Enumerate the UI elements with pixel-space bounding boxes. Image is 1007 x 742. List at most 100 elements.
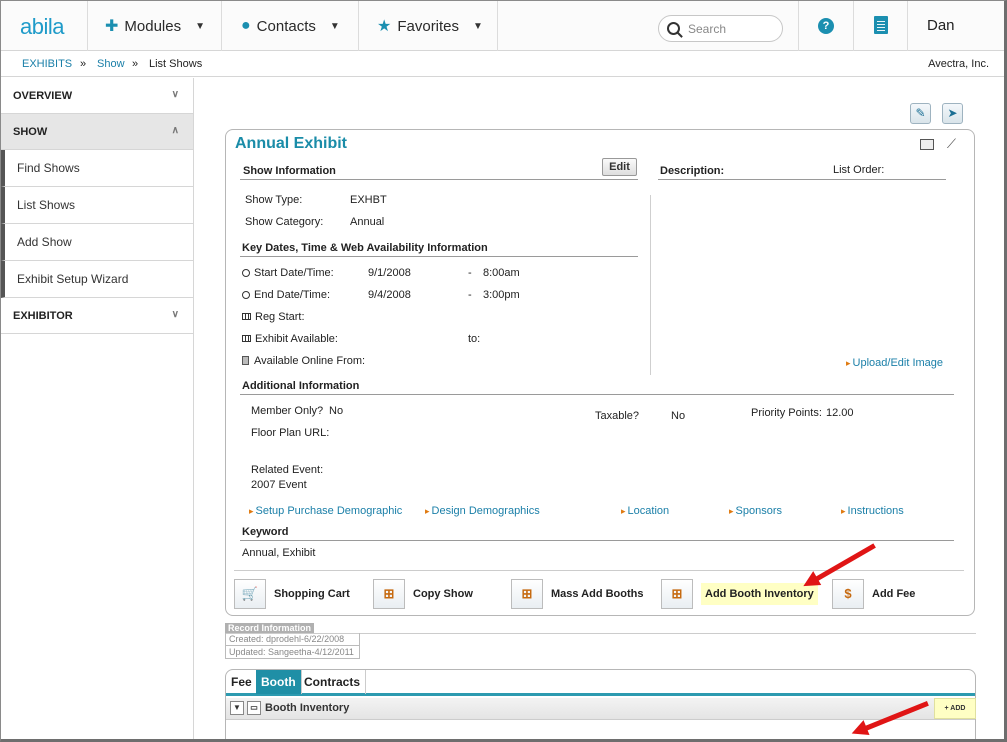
add-fee-button[interactable]: $ Add Fee xyxy=(832,578,915,610)
upload-edit-image-link[interactable]: Upload/Edit Image xyxy=(846,357,944,369)
shopping-cart-button[interactable]: 🛒 Shopping Cart xyxy=(234,578,350,610)
add-fee-label: Add Fee xyxy=(872,588,916,600)
app-window: abila ✚ Modules ▼ ● Contacts ▼ ★ Favorit… xyxy=(0,0,1007,742)
start-date-label-text: Start Date/Time: xyxy=(254,267,334,279)
list-order-label: List Order: xyxy=(833,164,885,176)
caret-down-icon: ▼ xyxy=(473,20,483,32)
add-button[interactable]: + ADD xyxy=(934,698,976,719)
available-online-label-text: Available Online From: xyxy=(254,355,366,367)
show-information-heading: Show Information xyxy=(243,165,336,177)
sidebar: OVERVIEW ∨ SHOW ∧ Find Shows List Shows … xyxy=(1,78,194,739)
setup-purchase-demographic-link[interactable]: Setup Purchase Demographic xyxy=(249,505,403,517)
cursor-icon[interactable]: ➤ xyxy=(942,103,963,124)
chevron-down-icon: ∨ xyxy=(171,309,179,320)
location-link[interactable]: Location xyxy=(621,505,670,517)
search-input[interactable]: Search xyxy=(658,15,783,42)
user-menu[interactable]: Dan xyxy=(927,17,955,34)
record-information: Record Information Created: dprodehl-6/2… xyxy=(225,623,360,659)
person-icon: ● xyxy=(241,17,251,34)
record-created: Created: dprodehl-6/22/2008 xyxy=(225,633,360,646)
add-booth-inventory-label: Add Booth Inventory xyxy=(701,583,818,605)
show-category-label: Show Category: xyxy=(245,216,324,228)
tab-contracts[interactable]: Contracts xyxy=(299,670,367,694)
keyword-heading: Keyword xyxy=(242,526,289,538)
top-navigation: abila ✚ Modules ▼ ● Contacts ▼ ★ Favorit… xyxy=(1,1,1004,51)
pencil-icon[interactable]: ✎ xyxy=(910,103,931,124)
record-information-title: Record Information xyxy=(225,623,315,633)
copy-show-button[interactable]: ⊞ Copy Show xyxy=(373,578,473,610)
nav-divider xyxy=(87,1,88,51)
sidebar-item-exhibit-setup-wizard[interactable]: Exhibit Setup Wizard xyxy=(1,261,193,298)
breadcrumb-show[interactable]: Show xyxy=(97,58,125,70)
abila-logo[interactable]: abila xyxy=(20,14,64,40)
member-only-label: Member Only? xyxy=(251,405,324,417)
add-booth-inventory-button[interactable]: ⊞ Add Booth Inventory xyxy=(661,578,818,610)
collapse-icon[interactable]: ▼ xyxy=(230,701,244,715)
nav-divider xyxy=(798,1,799,51)
floor-plan-url-label: Floor Plan URL: xyxy=(251,427,330,439)
nav-divider xyxy=(221,1,222,51)
edit-button[interactable]: Edit xyxy=(602,158,637,176)
organization-building-icon[interactable] xyxy=(874,16,888,34)
nav-divider xyxy=(907,1,908,51)
sidebar-item-list-shows[interactable]: List Shows xyxy=(1,187,193,224)
end-date-label: End Date/Time: xyxy=(242,289,330,301)
booth-inventory-label: Booth Inventory xyxy=(265,702,350,714)
dollar-icon: $ xyxy=(832,579,864,609)
contacts-menu[interactable]: ● Contacts ▼ xyxy=(241,1,340,51)
vertical-divider xyxy=(650,195,651,375)
nav-divider xyxy=(853,1,854,51)
wand-icon[interactable]: ⟋ xyxy=(947,136,956,152)
show-profile-card: Annual Exhibit ⟋ Show Information Edit D… xyxy=(225,129,975,616)
nav-divider xyxy=(358,1,359,51)
record-updated: Updated: Sangeetha-4/12/2011 xyxy=(225,646,360,659)
sidebar-section-show[interactable]: SHOW ∧ xyxy=(1,114,193,150)
tab-booth[interactable]: Booth xyxy=(256,670,302,694)
end-time-value: 3:00pm xyxy=(483,289,520,301)
end-date-value: 9/4/2008 xyxy=(368,289,411,301)
priority-points-label: Priority Points: xyxy=(751,407,822,419)
taxable-value: No xyxy=(671,410,686,422)
show-category-value: Annual xyxy=(350,216,385,228)
sidebar-section-exhibitor[interactable]: EXHIBITOR ∨ xyxy=(1,298,193,334)
design-demographics-link[interactable]: Design Demographics xyxy=(425,505,540,517)
mass-add-booths-label: Mass Add Booths xyxy=(551,588,644,600)
reg-start-label-text: Reg Start: xyxy=(255,311,305,323)
page-title: Annual Exhibit xyxy=(235,135,347,152)
start-date-value: 9/1/2008 xyxy=(368,267,411,279)
related-event-label: Related Event: xyxy=(251,464,324,476)
sidebar-item-add-show[interactable]: Add Show xyxy=(1,224,193,261)
sponsors-link[interactable]: Sponsors xyxy=(729,505,782,517)
favorites-label: Favorites xyxy=(397,17,460,35)
shopping-cart-label: Shopping Cart xyxy=(274,588,350,600)
help-icon[interactable]: ? xyxy=(818,18,834,34)
document-icon xyxy=(242,356,249,365)
breadcrumb-separator: » xyxy=(80,58,87,70)
sidebar-section-overview[interactable]: OVERVIEW ∨ xyxy=(1,78,193,114)
divider xyxy=(658,179,946,180)
sidebar-item-find-shows[interactable]: Find Shows xyxy=(1,150,193,187)
divider xyxy=(234,570,964,571)
booth-icon: ⊞ xyxy=(511,579,543,609)
sidebar-section-label: EXHIBITOR xyxy=(13,309,73,322)
start-dash: - xyxy=(468,267,472,279)
puzzle-icon: ✚ xyxy=(105,18,119,35)
modules-label: Modules xyxy=(124,17,182,35)
available-online-label: Available Online From: xyxy=(242,355,365,367)
breadcrumb-exhibits[interactable]: EXHIBITS xyxy=(22,58,72,70)
star-icon: ★ xyxy=(377,18,392,35)
window-icon[interactable]: ▭ xyxy=(247,701,261,715)
profile-card-icon[interactable] xyxy=(920,139,934,150)
modules-menu[interactable]: ✚ Modules ▼ xyxy=(105,1,205,51)
taxable-label: Taxable? xyxy=(595,410,640,422)
show-type-value: EXHBT xyxy=(350,194,387,206)
favorites-menu[interactable]: ★ Favorites ▼ xyxy=(377,1,483,51)
booth-icon: ⊞ xyxy=(373,579,405,609)
instructions-link[interactable]: Instructions xyxy=(841,505,904,517)
mass-add-booths-button[interactable]: ⊞ Mass Add Booths xyxy=(511,578,644,610)
tab-fee[interactable]: Fee xyxy=(226,670,258,694)
breadcrumb-separator: » xyxy=(132,58,139,70)
divider xyxy=(240,179,638,180)
caret-down-icon: ▼ xyxy=(195,20,206,32)
clock-icon xyxy=(242,291,250,299)
